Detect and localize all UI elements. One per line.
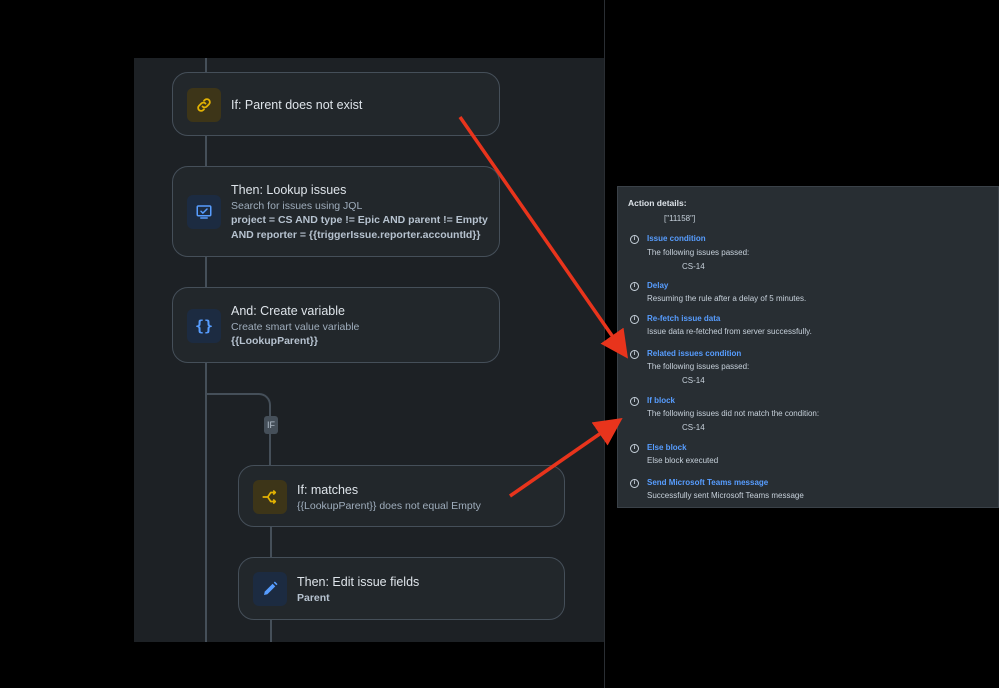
- search-issues-icon: [187, 195, 221, 229]
- jql-query-line: project = CS AND type != Epic AND parent…: [231, 214, 488, 226]
- connector-line: [205, 257, 207, 287]
- lookup-issues-card[interactable]: Then: Lookup issues Search for issues us…: [172, 166, 500, 257]
- branch-connector: [205, 393, 271, 473]
- panel-header: Action details:: [628, 198, 687, 208]
- detail-link-if-block[interactable]: If block: [647, 396, 675, 405]
- card-title: And: Create variable: [231, 304, 345, 318]
- card-title: If: matches: [297, 483, 359, 497]
- detail-text: Resuming the rule after a delay of 5 min…: [647, 294, 807, 303]
- detail-value: ["11158"]: [664, 214, 696, 223]
- detail-link-issue-condition[interactable]: Issue condition: [647, 234, 706, 243]
- detail-link-delay[interactable]: Delay: [647, 281, 668, 290]
- connector-line: [205, 136, 207, 166]
- braces-icon: {}: [187, 309, 221, 343]
- card-title: Then: Edit issue fields: [297, 575, 420, 589]
- detail-text: Issue data re-fetched from server succes…: [647, 327, 812, 336]
- detail-text: Successfully sent Microsoft Teams messag…: [647, 491, 804, 500]
- create-variable-card[interactable]: {} And: Create variable Create smart val…: [172, 287, 500, 363]
- connector-line: [205, 58, 207, 72]
- card-subtitle: Create smart value variable: [231, 321, 360, 333]
- field-value: Parent: [297, 592, 330, 604]
- detail-value: CS-14: [682, 423, 705, 432]
- info-icon: i: [630, 479, 639, 488]
- info-icon: i: [630, 444, 639, 453]
- info-icon: i: [630, 315, 639, 324]
- panel-divider: [604, 0, 605, 688]
- detail-value: CS-14: [682, 376, 705, 385]
- branch-icon: [253, 480, 287, 514]
- jql-query-line: AND reporter = {{triggerIssue.reporter.a…: [231, 229, 481, 241]
- detail-value: CS-14: [682, 262, 705, 271]
- if-badge: IF: [264, 416, 278, 434]
- connector-line: [270, 620, 272, 642]
- info-icon: i: [630, 282, 639, 291]
- card-title: If: Parent does not exist: [231, 98, 363, 112]
- info-icon: i: [630, 235, 639, 244]
- card-subtitle: Search for issues using JQL: [231, 200, 363, 212]
- card-subtitle: {{LookupParent}} does not equal Empty: [297, 500, 481, 512]
- info-icon: i: [630, 397, 639, 406]
- detail-link-teams-message[interactable]: Send Microsoft Teams message: [647, 478, 768, 487]
- variable-value: {{LookupParent}}: [231, 335, 318, 347]
- detail-link-refetch[interactable]: Re-fetch issue data: [647, 314, 720, 323]
- edit-issue-fields-card[interactable]: Then: Edit issue fields Parent: [238, 557, 565, 620]
- detail-text: The following issues did not match the c…: [647, 409, 820, 418]
- link-icon: [187, 88, 221, 122]
- detail-link-else-block[interactable]: Else block: [647, 443, 687, 452]
- action-details-panel: Action details: ["11158"] i Issue condit…: [617, 186, 999, 508]
- pencil-icon: [253, 572, 287, 606]
- card-title: Then: Lookup issues: [231, 183, 347, 197]
- detail-link-related-issues[interactable]: Related issues condition: [647, 349, 741, 358]
- if-matches-card[interactable]: If: matches {{LookupParent}} does not eq…: [238, 465, 565, 527]
- if-parent-card[interactable]: If: Parent does not exist: [172, 72, 500, 136]
- detail-text: The following issues passed:: [647, 248, 750, 257]
- connector-line: [270, 527, 272, 557]
- info-icon: i: [630, 350, 639, 359]
- detail-text: The following issues passed:: [647, 362, 750, 371]
- detail-text: Else block executed: [647, 456, 719, 465]
